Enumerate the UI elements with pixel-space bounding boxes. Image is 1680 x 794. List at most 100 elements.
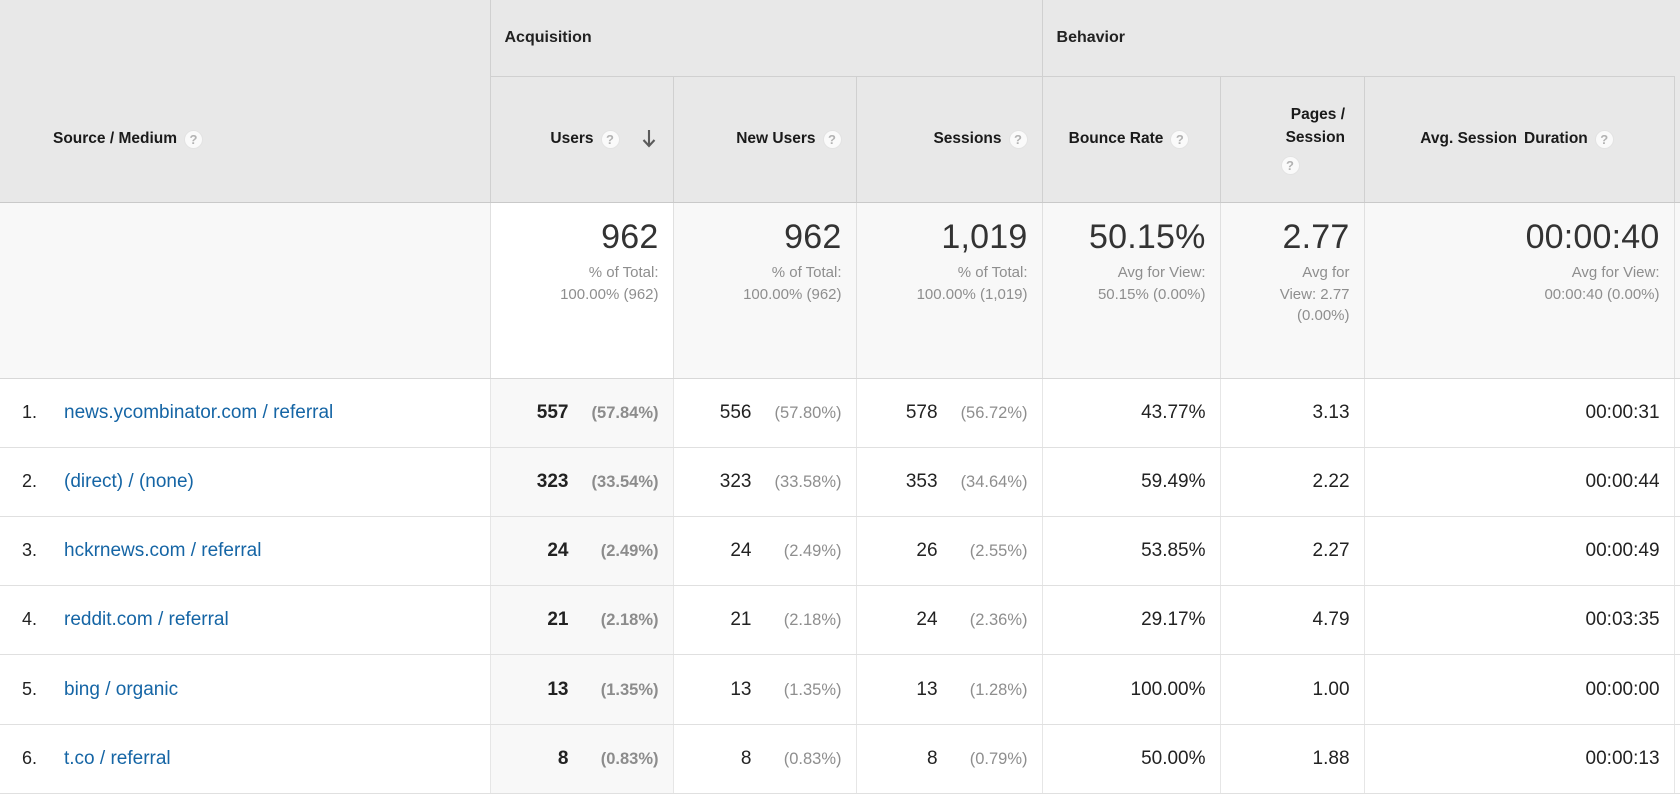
row-bounce-rate-cell-value: 50.00% <box>1141 747 1206 769</box>
row-avg-session-duration-cell: 00:00:13 <box>1363 724 1675 794</box>
row-pages-session-cell-value: 1.00 <box>1312 678 1350 700</box>
row-new-users-cell-value: 556 <box>719 401 752 423</box>
row-new-users-cell-percent: (2.49%) <box>783 542 842 561</box>
row-dimension-cell: 2. (direct) / (none) <box>0 447 490 518</box>
row-rank-number: 3. <box>22 540 38 561</box>
column-header-sessions-label: Sessions <box>933 130 1002 148</box>
row-users-cell: 557 (57.84%) <box>489 378 673 448</box>
summary-right-pad <box>1673 202 1680 379</box>
source-medium-link[interactable]: reddit.com / referral <box>64 609 229 630</box>
summary-users-note-line2: 100.00% (962) <box>560 285 659 303</box>
source-medium-link[interactable]: bing / organic <box>64 679 178 700</box>
row-rank-number: 6. <box>22 747 38 768</box>
column-header-avg-session-duration[interactable]: Avg. Session Duration ? <box>1363 76 1675 203</box>
summary-new-users-note-line2: 100.00% (962) <box>743 285 842 303</box>
column-header-row: Source / Medium ? Users ? New Users ? Se… <box>0 76 1680 203</box>
row-avg-session-duration-cell: 00:00:00 <box>1363 654 1675 725</box>
help-question-icon[interactable]: ? <box>1280 155 1300 175</box>
row-users-cell: 13 (1.35%) <box>489 654 673 725</box>
row-pages-session-cell: 3.13 <box>1219 378 1365 448</box>
row-pages-session-cell-value: 1.88 <box>1312 747 1350 769</box>
row-sessions-cell: 26 (2.55%) <box>855 516 1043 587</box>
row-bounce-rate-cell: 50.00% <box>1041 724 1221 794</box>
row-sessions-cell: 8 (0.79%) <box>855 724 1043 794</box>
row-sessions-cell: 24 (2.36%) <box>855 585 1043 656</box>
row-new-users-cell-value: 323 <box>719 470 752 492</box>
row-rank-number: 5. <box>22 678 38 699</box>
row-sessions-cell-percent: (56.72%) <box>960 403 1028 422</box>
row-users-cell-percent: (33.54%) <box>591 472 659 491</box>
column-header-source-medium-label: Source / Medium <box>53 130 178 148</box>
row-dimension-cell: 5. bing / organic <box>0 654 490 725</box>
row-avg-session-duration-cell: 00:00:49 <box>1363 516 1675 587</box>
summary-sessions-value: 1,019 <box>941 217 1028 256</box>
row-new-users-cell: 13 (1.35%) <box>672 654 856 725</box>
source-medium-link[interactable]: t.co / referral <box>64 748 171 769</box>
row-avg-session-duration-cell-value: 00:00:44 <box>1585 470 1660 492</box>
row-users-cell-value: 8 <box>557 747 569 769</box>
help-question-icon[interactable]: ? <box>1594 130 1614 149</box>
row-bounce-rate-cell: 53.85% <box>1041 516 1221 587</box>
row-users-cell-value: 557 <box>536 401 569 423</box>
help-question-icon[interactable]: ? <box>184 129 204 149</box>
row-right-pad <box>1673 724 1680 794</box>
help-question-icon[interactable]: ? <box>822 130 842 149</box>
column-header-new-users[interactable]: New Users ? <box>672 76 856 203</box>
table-row: 6. t.co / referral 8 (0.83%) 8 (0.83%) 8 (0.79%… <box>0 724 1680 794</box>
summary-avg-session-duration-note-line1: Avg for View: <box>1571 264 1660 282</box>
row-pages-session-cell-value: 3.13 <box>1312 401 1350 423</box>
row-rank-number: 4. <box>22 609 38 630</box>
group-header-acquisition: Acquisition <box>489 0 1043 78</box>
row-new-users-cell-value: 24 <box>730 540 752 562</box>
arrow-down-icon[interactable] <box>639 129 659 151</box>
row-new-users-cell-value: 8 <box>740 747 752 769</box>
column-header-users[interactable]: Users ? <box>489 76 673 203</box>
help-question-icon[interactable]: ? <box>1170 130 1190 149</box>
source-medium-report-table: Acquisition Behavior Source / Medium ? U… <box>0 0 1680 794</box>
row-bounce-rate-cell: 29.17% <box>1041 585 1221 656</box>
row-sessions-cell-value: 578 <box>905 401 938 423</box>
row-users-cell-value: 21 <box>547 609 569 631</box>
source-medium-link[interactable]: news.ycombinator.com / referral <box>64 402 333 423</box>
row-pages-session-cell: 1.00 <box>1219 654 1365 725</box>
row-new-users-cell: 21 (2.18%) <box>672 585 856 656</box>
column-header-source-medium[interactable]: Source / Medium ? <box>0 76 490 203</box>
row-sessions-cell-percent: (0.79%) <box>969 749 1028 768</box>
group-header-acquisition-label: Acquisition <box>504 29 592 47</box>
row-sessions-cell: 578 (56.72%) <box>855 378 1043 448</box>
help-question-icon[interactable]: ? <box>1008 130 1028 149</box>
row-users-cell-value: 323 <box>536 470 569 492</box>
source-medium-link[interactable]: (direct) / (none) <box>64 471 194 492</box>
row-sessions-cell-value: 26 <box>916 540 938 562</box>
help-question-icon[interactable]: ? <box>600 130 620 149</box>
row-pages-session-cell: 2.27 <box>1219 516 1365 587</box>
column-header-avg-session-duration-label-line1: Avg. Session <box>1420 130 1518 148</box>
summary-sessions-note-line2: 100.00% (1,019) <box>916 285 1028 303</box>
row-avg-session-duration-cell: 00:00:31 <box>1363 378 1675 448</box>
column-header-users-label: Users <box>550 130 594 148</box>
row-new-users-cell-percent: (33.58%) <box>774 472 842 491</box>
row-sessions-cell: 13 (1.28%) <box>855 654 1043 725</box>
column-group-header-row: Acquisition Behavior <box>0 0 1680 78</box>
row-sessions-cell: 353 (34.64%) <box>855 447 1043 518</box>
row-sessions-cell-percent: (1.28%) <box>969 680 1028 699</box>
summary-sessions-note-line1: % of Total: <box>957 264 1028 282</box>
column-header-new-users-label: New Users <box>736 130 816 148</box>
row-right-pad <box>1673 585 1680 656</box>
summary-new-users-value: 962 <box>784 217 842 256</box>
row-avg-session-duration-cell-value: 00:00:31 <box>1585 401 1660 423</box>
column-header-bounce-rate[interactable]: Bounce Rate ? <box>1041 76 1221 203</box>
source-medium-link[interactable]: hckrnews.com / referral <box>64 540 261 561</box>
row-users-cell-value: 24 <box>547 540 569 562</box>
column-header-pages-session[interactable]: Pages / Session ? <box>1219 76 1365 203</box>
summary-pages-session-note-line3: (0.00%) <box>1296 306 1350 324</box>
row-sessions-cell-value: 24 <box>916 609 938 631</box>
row-users-cell: 21 (2.18%) <box>489 585 673 656</box>
row-sessions-cell-percent: (2.36%) <box>969 611 1028 630</box>
row-dimension-cell: 4. reddit.com / referral <box>0 585 490 656</box>
row-rank-number: 1. <box>22 401 38 422</box>
summary-avg-session-duration-note-line2: 00:00:40 (0.00%) <box>1544 285 1660 303</box>
column-header-sessions[interactable]: Sessions ? <box>855 76 1043 203</box>
summary-pages-session-cell: 2.77 Avg for View: 2.77 (0.00%) <box>1219 202 1365 379</box>
row-right-pad <box>1673 654 1680 725</box>
